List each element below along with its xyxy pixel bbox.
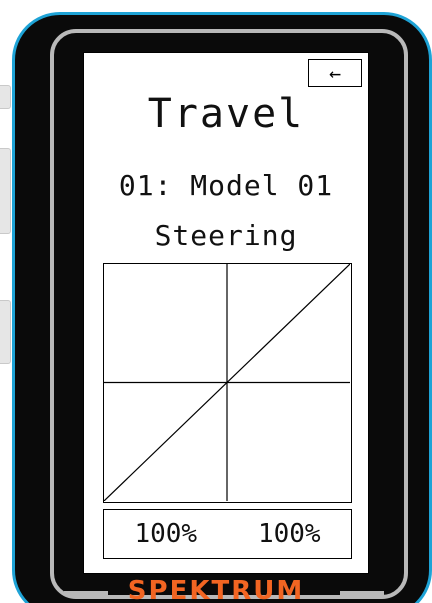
model-name: 01: Model 01	[118, 169, 334, 202]
page-title: Travel	[147, 91, 305, 137]
background-panel-fragment	[0, 300, 11, 364]
app-window: ← Travel 01: Model 01 Steering 100% 100%…	[0, 0, 432, 603]
back-button[interactable]: ←	[308, 59, 362, 87]
channel-name: Steering	[154, 219, 298, 252]
background-panel-fragment	[0, 85, 11, 109]
travel-right-value[interactable]: 100%	[258, 519, 321, 549]
brand-divider-right	[340, 591, 384, 595]
travel-curve-chart	[104, 264, 350, 501]
lcd-screen: ← Travel 01: Model 01 Steering 100% 100%	[83, 52, 369, 574]
back-arrow-icon: ←	[328, 61, 342, 85]
brand-logo: SPEKTRUM	[127, 576, 305, 603]
travel-values: 100% 100%	[103, 509, 352, 559]
travel-graph	[103, 263, 352, 503]
travel-left-value[interactable]: 100%	[134, 519, 197, 549]
background-panel-fragment	[0, 148, 11, 234]
